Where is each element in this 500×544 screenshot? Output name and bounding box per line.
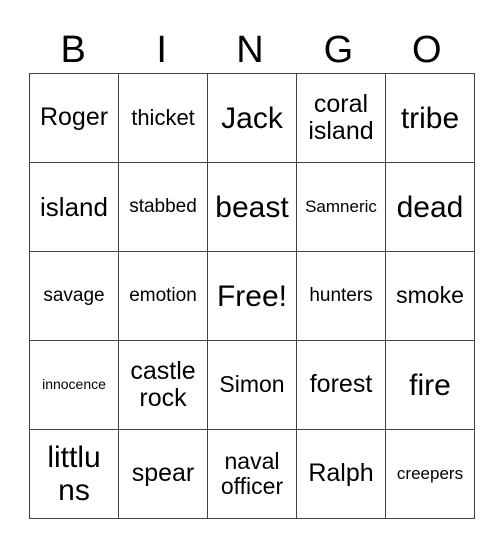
free-space-cell[interactable]: Free! bbox=[207, 251, 297, 341]
cell-line: littlu bbox=[47, 441, 101, 474]
bingo-cell[interactable]: Roger bbox=[29, 73, 119, 163]
cell-line: rock bbox=[139, 384, 187, 412]
bingo-cell[interactable]: emotion bbox=[118, 251, 208, 341]
bingo-cell[interactable]: smoke bbox=[385, 251, 475, 341]
bingo-cell[interactable]: Simon bbox=[207, 340, 297, 430]
header-letter-g: G bbox=[323, 29, 354, 71]
bingo-cell[interactable]: dead bbox=[385, 162, 475, 252]
bingo-cell[interactable]: naval officer bbox=[207, 429, 297, 519]
grid-row: innocence castle rock Simon forest fire bbox=[29, 340, 475, 430]
grid-row: savage emotion Free! hunters smoke bbox=[29, 251, 475, 341]
bingo-cell[interactable]: littlu ns bbox=[29, 429, 119, 519]
header-letter-n: N bbox=[236, 29, 264, 71]
cell-line: naval bbox=[224, 447, 280, 474]
bingo-cell[interactable]: savage bbox=[29, 251, 119, 341]
bingo-cell[interactable]: innocence bbox=[29, 340, 119, 430]
bingo-cell[interactable]: forest bbox=[296, 340, 386, 430]
bingo-cell[interactable]: creepers bbox=[385, 429, 475, 519]
grid-row: littlu ns spear naval officer Ralph creepe… bbox=[29, 429, 475, 519]
header-letter-b: B bbox=[60, 29, 86, 71]
bingo-cell[interactable]: thicket bbox=[118, 73, 208, 163]
bingo-cell[interactable]: Jack bbox=[207, 73, 297, 163]
bingo-cell[interactable]: hunters bbox=[296, 251, 386, 341]
cell-line: ns bbox=[58, 474, 90, 507]
bingo-header: B I N G O bbox=[29, 28, 471, 72]
grid-row: Roger thicket Jack coral island tribe bbox=[29, 73, 475, 163]
bingo-cell[interactable]: Ralph bbox=[296, 429, 386, 519]
bingo-grid: Roger thicket Jack coral island tribe isl… bbox=[29, 73, 475, 519]
header-letter-o: O bbox=[412, 29, 442, 71]
header-letter-i: I bbox=[156, 29, 167, 71]
bingo-cell[interactable]: spear bbox=[118, 429, 208, 519]
bingo-cell[interactable]: stabbed bbox=[118, 162, 208, 252]
bingo-cell[interactable]: castle rock bbox=[118, 340, 208, 430]
bingo-cell[interactable]: Samneric bbox=[296, 162, 386, 252]
bingo-cell[interactable]: coral island bbox=[296, 73, 386, 163]
cell-line: castle bbox=[130, 356, 196, 385]
bingo-cell[interactable]: tribe bbox=[385, 73, 475, 163]
bingo-cell[interactable]: island bbox=[29, 162, 119, 252]
grid-row: island stabbed beast Samneric dead bbox=[29, 162, 475, 252]
cell-line: coral bbox=[313, 89, 369, 118]
bingo-cell[interactable]: beast bbox=[207, 162, 297, 252]
bingo-cell[interactable]: fire bbox=[385, 340, 475, 430]
cell-line: officer bbox=[220, 473, 284, 499]
cell-line: island bbox=[308, 117, 374, 145]
